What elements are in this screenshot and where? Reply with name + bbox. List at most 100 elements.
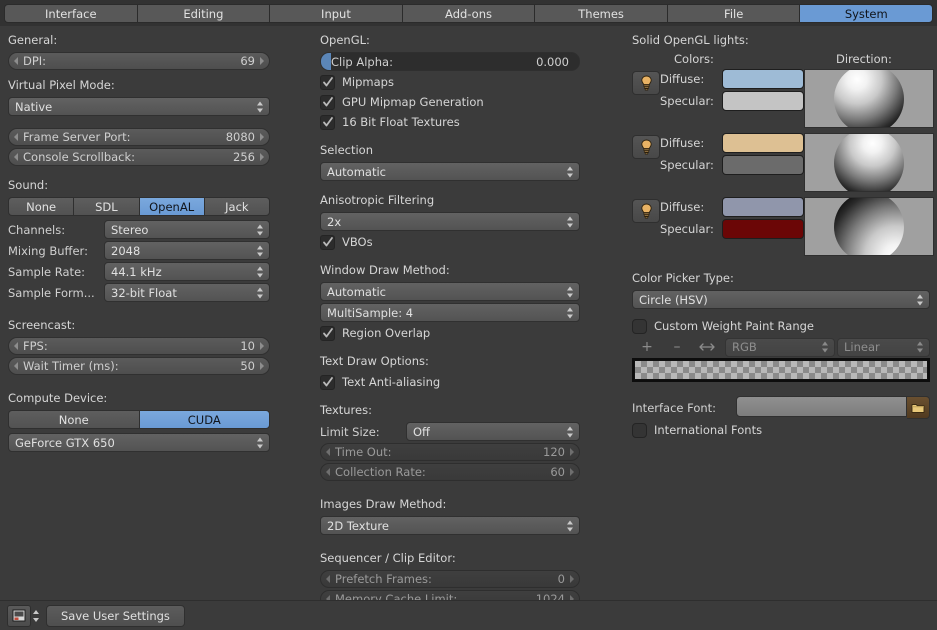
selection-value: Automatic bbox=[327, 164, 386, 179]
selection-dropdown[interactable]: Automatic bbox=[320, 162, 580, 181]
limit-size-row: Limit Size: Off bbox=[320, 422, 580, 441]
tab-file[interactable]: File bbox=[666, 3, 800, 23]
tab-system[interactable]: System bbox=[799, 3, 934, 23]
increment-arrow-icon[interactable] bbox=[260, 133, 264, 141]
save-user-settings-button[interactable]: Save User Settings bbox=[46, 604, 185, 627]
specular-row: Specular: bbox=[660, 154, 804, 175]
minus-icon[interactable]: – bbox=[662, 338, 692, 356]
decrement-arrow-icon[interactable] bbox=[14, 362, 18, 370]
flip-icon[interactable] bbox=[692, 338, 722, 356]
light-direction-widget[interactable] bbox=[804, 197, 934, 256]
sound-option-none[interactable]: None bbox=[8, 197, 74, 216]
specular-color-swatch[interactable] bbox=[722, 154, 804, 175]
prefetch-frames-value: 0 bbox=[557, 572, 565, 586]
international-fonts-checkbox[interactable]: International Fonts bbox=[632, 421, 930, 439]
window-draw-dropdown[interactable]: Automatic bbox=[320, 282, 580, 301]
diffuse-color-swatch[interactable] bbox=[722, 196, 804, 217]
limit-size-dropdown[interactable]: Off bbox=[406, 422, 580, 441]
decrement-arrow-icon[interactable] bbox=[14, 153, 18, 161]
anisotropic-dropdown[interactable]: 2x bbox=[320, 212, 580, 231]
collection-rate-field[interactable]: Collection Rate: 60 bbox=[320, 463, 580, 481]
interface-font-field[interactable] bbox=[736, 396, 907, 417]
tab-editing[interactable]: Editing bbox=[136, 3, 270, 23]
sample-format-label: Sample Form... bbox=[8, 285, 95, 300]
compute-option-none[interactable]: None bbox=[8, 410, 139, 429]
decrement-arrow-icon[interactable] bbox=[326, 448, 330, 456]
specular-color-swatch[interactable] bbox=[722, 218, 804, 239]
multisample-dropdown[interactable]: MultiSample: 4 bbox=[320, 303, 580, 322]
diffuse-color-swatch[interactable] bbox=[722, 68, 804, 89]
wait-timer-field[interactable]: Wait Timer (ms): 50 bbox=[8, 357, 270, 375]
region-overlap-checkbox[interactable]: Region Overlap bbox=[320, 324, 580, 342]
increment-arrow-icon[interactable] bbox=[570, 448, 574, 456]
increment-arrow-icon[interactable] bbox=[260, 342, 264, 350]
tab-addons[interactable]: Add-ons bbox=[401, 3, 535, 23]
color-picker-type-dropdown[interactable]: Circle (HSV) bbox=[632, 290, 930, 309]
preferences-editor-icon[interactable] bbox=[7, 604, 31, 627]
decrement-arrow-icon[interactable] bbox=[14, 133, 18, 141]
sound-option-openal[interactable]: OpenAL bbox=[138, 197, 204, 216]
images-draw-dropdown[interactable]: 2D Texture bbox=[320, 516, 580, 535]
console-scrollback-value: 256 bbox=[233, 150, 255, 164]
ramp-color-mode-dropdown[interactable]: RGB bbox=[725, 337, 835, 357]
increment-arrow-icon[interactable] bbox=[570, 468, 574, 476]
wait-timer-value: 50 bbox=[240, 359, 255, 373]
sound-option-jack[interactable]: Jack bbox=[203, 197, 270, 216]
gpu-mipmap-checkbox[interactable]: GPU Mipmap Generation bbox=[320, 93, 580, 111]
lightbulb-icon[interactable] bbox=[632, 135, 660, 159]
screencast-fps-field[interactable]: FPS: 10 bbox=[8, 337, 270, 355]
checkbox-box bbox=[632, 318, 647, 334]
vbos-checkbox[interactable]: VBOs bbox=[320, 233, 580, 251]
increment-arrow-icon[interactable] bbox=[570, 575, 574, 583]
channels-dropdown[interactable]: Stereo bbox=[104, 220, 270, 239]
prefetch-frames-field[interactable]: Prefetch Frames: 0 bbox=[320, 570, 580, 588]
mipmaps-checkbox[interactable]: Mipmaps bbox=[320, 73, 580, 91]
diffuse-color-swatch[interactable] bbox=[722, 132, 804, 153]
dpi-field[interactable]: DPI: 69 bbox=[8, 52, 270, 70]
decrement-arrow-icon[interactable] bbox=[326, 468, 330, 476]
clip-alpha-slider[interactable]: Clip Alpha: 0.000 bbox=[320, 52, 580, 71]
decrement-arrow-icon[interactable] bbox=[14, 57, 18, 65]
console-scrollback-field[interactable]: Console Scrollback: 256 bbox=[8, 148, 270, 166]
screencast-fps-label: FPS: bbox=[23, 339, 48, 353]
compute-option-cuda[interactable]: CUDA bbox=[138, 410, 270, 429]
tab-interface[interactable]: Interface bbox=[4, 3, 137, 23]
gpu-device-dropdown[interactable]: GeForce GTX 650 bbox=[8, 433, 270, 452]
plus-icon[interactable]: + bbox=[632, 338, 662, 356]
sample-rate-label: Sample Rate: bbox=[8, 264, 86, 279]
mixing-buffer-dropdown[interactable]: 2048 bbox=[104, 241, 270, 260]
sound-option-sdl[interactable]: SDL bbox=[73, 197, 139, 216]
increment-arrow-icon[interactable] bbox=[260, 153, 264, 161]
ramp-interpolation-dropdown[interactable]: Linear bbox=[837, 337, 930, 357]
specular-color-swatch[interactable] bbox=[722, 90, 804, 111]
increment-arrow-icon[interactable] bbox=[260, 362, 264, 370]
tab-input[interactable]: Input bbox=[269, 3, 402, 23]
sound-header: Sound: bbox=[8, 178, 49, 192]
mixing-buffer-value: 2048 bbox=[111, 243, 141, 258]
time-out-field[interactable]: Time Out: 120 bbox=[320, 443, 580, 461]
sample-format-dropdown[interactable]: 32-bit Float bbox=[104, 283, 270, 302]
lights-column-headers: Colors: Direction: bbox=[632, 52, 930, 66]
tab-themes[interactable]: Themes bbox=[534, 3, 667, 23]
sample-rate-dropdown[interactable]: 44.1 kHz bbox=[104, 262, 270, 281]
lightbulb-icon[interactable] bbox=[632, 71, 660, 95]
chevron-updown-icon bbox=[567, 519, 574, 532]
float-textures-checkbox[interactable]: 16 Bit Float Textures bbox=[320, 113, 580, 131]
color-ramp-strip[interactable] bbox=[632, 358, 930, 382]
decrement-arrow-icon[interactable] bbox=[326, 575, 330, 583]
increment-arrow-icon[interactable] bbox=[260, 57, 264, 65]
frame-server-port-field[interactable]: Frame Server Port: 8080 bbox=[8, 128, 270, 146]
custom-weight-paint-checkbox[interactable]: Custom Weight Paint Range bbox=[632, 317, 930, 335]
editor-type-chevron-icon[interactable] bbox=[33, 609, 40, 623]
clip-alpha-label: Clip Alpha: bbox=[331, 54, 393, 69]
text-antialiasing-label: Text Anti-aliasing bbox=[342, 375, 441, 389]
folder-icon[interactable] bbox=[907, 396, 930, 419]
virtual-pixel-mode-dropdown[interactable]: Native bbox=[8, 97, 270, 116]
lightbulb-icon[interactable] bbox=[632, 199, 660, 223]
chevron-updown-icon bbox=[257, 436, 264, 449]
text-antialiasing-checkbox[interactable]: Text Anti-aliasing bbox=[320, 373, 580, 391]
decrement-arrow-icon[interactable] bbox=[14, 342, 18, 350]
light-direction-widget[interactable] bbox=[804, 69, 934, 128]
light-direction-widget[interactable] bbox=[804, 133, 934, 192]
channels-value: Stereo bbox=[111, 222, 149, 237]
